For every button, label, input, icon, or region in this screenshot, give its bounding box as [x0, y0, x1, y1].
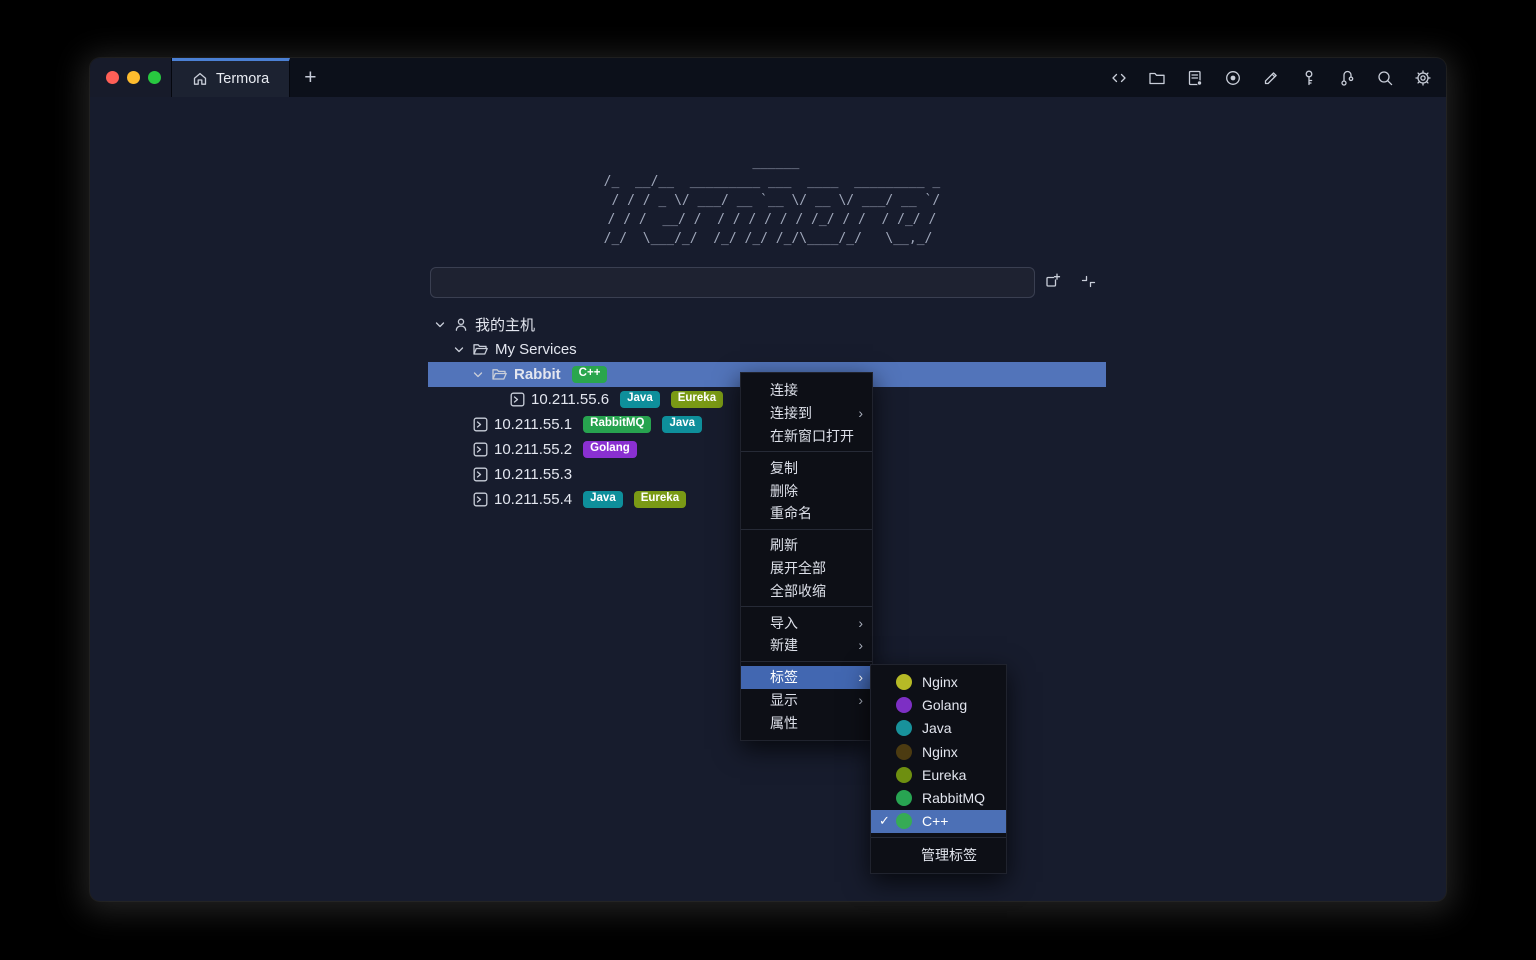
tag-option[interactable]: Golang	[871, 693, 1006, 716]
tag-option[interactable]: Nginx	[871, 740, 1006, 763]
desktop: Termora +	[0, 0, 1536, 960]
tree-row-label: 我的主机	[475, 314, 535, 335]
tree-row-my-services[interactable]: My Services	[428, 337, 1106, 362]
menu-item-open-in-new-window[interactable]: 在新窗口打开	[741, 425, 872, 448]
terminal-icon	[473, 442, 488, 457]
tag-pill: Eureka	[671, 391, 723, 408]
menu-separator	[741, 529, 872, 530]
record-icon[interactable]	[1224, 69, 1242, 87]
tab-termora[interactable]: Termora	[172, 58, 290, 97]
tag-pill: Java	[662, 416, 702, 433]
tree-row-my-hosts[interactable]: 我的主机	[428, 312, 1106, 337]
menu-item-delete[interactable]: 删除	[741, 479, 872, 502]
tag-pill: RabbitMQ	[583, 416, 651, 433]
tag-color-dot	[896, 674, 912, 690]
settings-gear-icon[interactable]	[1414, 69, 1432, 87]
collapse-icon[interactable]	[1079, 272, 1098, 296]
tag-color-dot	[896, 744, 912, 760]
terminal-icon	[473, 492, 488, 507]
terminal-icon	[473, 417, 488, 432]
menu-item-refresh[interactable]: 刷新	[741, 534, 872, 557]
tag-option[interactable]: Nginx	[871, 670, 1006, 693]
traffic-lights	[90, 58, 172, 97]
submenu-arrow-icon: ›	[858, 693, 863, 707]
terminal-icon	[510, 392, 525, 407]
menu-item-import[interactable]: 导入›	[741, 611, 872, 634]
key-icon[interactable]	[1300, 69, 1318, 87]
menu-item-properties[interactable]: 属性	[741, 711, 872, 734]
menu-separator	[741, 451, 872, 452]
tag-pill: Eureka	[634, 491, 686, 508]
tag-color-dot	[896, 697, 912, 713]
open-folder-icon	[491, 366, 508, 383]
tag-color-dot	[896, 790, 912, 806]
tag-color-dot	[896, 720, 912, 736]
code-icon[interactable]	[1110, 69, 1128, 87]
tab-label: Termora	[216, 71, 269, 87]
menu-item-connect[interactable]: 连接	[741, 379, 872, 402]
tree-row-label: 10.211.55.1	[494, 416, 572, 433]
chevron-down-icon[interactable]	[472, 369, 485, 381]
manage-tags-item[interactable]: 管理标签	[871, 842, 1006, 868]
host-search-input[interactable]	[430, 267, 1035, 298]
user-icon	[453, 317, 469, 333]
menu-item-collapse-all[interactable]: 全部收缩	[741, 579, 872, 602]
menu-item-tags[interactable]: 标签›	[741, 666, 872, 689]
snippet-icon[interactable]	[1186, 69, 1204, 87]
menu-item-copy[interactable]: 复制	[741, 456, 872, 479]
zoom-window-button[interactable]	[148, 71, 161, 84]
edit-icon[interactable]	[1262, 69, 1280, 87]
menu-item-display[interactable]: 显示›	[741, 689, 872, 712]
menu-item-rename[interactable]: 重命名	[741, 502, 872, 525]
close-window-button[interactable]	[106, 71, 119, 84]
tree-row-label: My Services	[495, 341, 577, 358]
submenu-arrow-icon: ›	[858, 406, 863, 420]
menu-separator	[741, 661, 872, 662]
folder-icon[interactable]	[1148, 69, 1166, 87]
menu-item-expand-all[interactable]: 展开全部	[741, 557, 872, 580]
home-icon	[192, 71, 208, 87]
menu-separator	[871, 837, 1006, 838]
add-host-icon[interactable]	[1043, 272, 1062, 296]
tag-pill: Java	[620, 391, 660, 408]
tag-option[interactable]: Eureka	[871, 763, 1006, 786]
toolbar	[1110, 58, 1432, 97]
tree-row-label: 10.211.55.2	[494, 441, 572, 458]
ascii-logo: ______ /_ __/__ _________ ___ ____ _____…	[90, 153, 1446, 248]
chevron-down-icon[interactable]	[434, 319, 447, 331]
menu-item-new[interactable]: 新建›	[741, 634, 872, 657]
submenu-arrow-icon: ›	[858, 670, 863, 684]
context-menu: 连接 连接到› 在新窗口打开 复制 删除 重命名 刷新 展开全部 全部收缩 导入…	[740, 372, 873, 741]
checkmark-icon: ✓	[879, 813, 896, 829]
menu-item-connect-to[interactable]: 连接到›	[741, 402, 872, 425]
search-icon[interactable]	[1376, 69, 1394, 87]
tree-row-label: 10.211.55.3	[494, 466, 572, 483]
menu-separator	[741, 606, 872, 607]
tree-row-label: 10.211.55.4	[494, 491, 572, 508]
chevron-down-icon[interactable]	[453, 344, 466, 356]
tag-pill: Golang	[583, 441, 637, 458]
tag-option[interactable]: RabbitMQ	[871, 786, 1006, 809]
tree-row-label: 10.211.55.6	[531, 391, 609, 408]
tag-submenu: Nginx Golang Java Nginx Eureka RabbitMQ …	[870, 664, 1007, 874]
tag-color-dot	[896, 767, 912, 783]
tree-row-label: Rabbit	[514, 366, 561, 383]
open-folder-icon	[472, 341, 489, 358]
title-bar: Termora +	[90, 58, 1446, 97]
tag-pill: Java	[583, 491, 623, 508]
tag-option[interactable]: Java	[871, 717, 1006, 740]
tag-option-selected[interactable]: ✓ C++	[871, 810, 1006, 833]
plus-icon: +	[304, 66, 316, 90]
tag-color-dot	[896, 813, 912, 829]
submenu-arrow-icon: ›	[858, 616, 863, 630]
terminal-icon	[473, 467, 488, 482]
keychain-icon[interactable]	[1338, 69, 1356, 87]
host-actions	[1043, 272, 1098, 296]
minimize-window-button[interactable]	[127, 71, 140, 84]
submenu-arrow-icon: ›	[858, 638, 863, 652]
tag-pill: C++	[572, 366, 608, 383]
new-tab-button[interactable]: +	[290, 58, 330, 97]
